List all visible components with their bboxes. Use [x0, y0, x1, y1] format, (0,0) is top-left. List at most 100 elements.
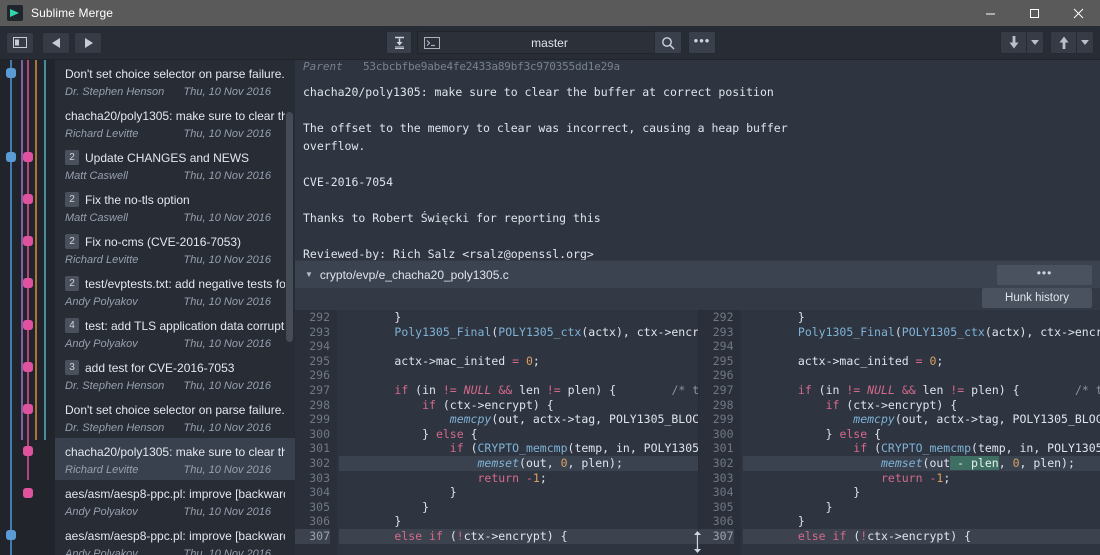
forward-button[interactable] [74, 32, 102, 54]
code-line[interactable]: return -1; [339, 471, 698, 486]
file-header[interactable]: ▼ crypto/evp/e_chacha20_poly1305.c ••• [295, 260, 1100, 288]
code-token: = [916, 354, 923, 368]
close-button[interactable] [1056, 0, 1100, 26]
search-button[interactable] [654, 31, 682, 54]
code-line[interactable]: if (ctx->encrypt) { [339, 398, 698, 413]
code-line[interactable]: Poly1305_Final(POLY1305_ctx(actx), ctx->… [743, 325, 1100, 340]
code-token: if [450, 441, 464, 455]
commit-date: Thu, 10 Nov 2016 [184, 380, 285, 392]
commit-list-item[interactable]: Don't set choice selector on parse failu… [55, 60, 295, 102]
code-token [339, 412, 450, 426]
code-line[interactable]: } else { [743, 427, 1100, 442]
line-number: 293 [699, 325, 734, 340]
code-token: if [394, 383, 408, 397]
commit-list-item[interactable]: aes/asm/aesp8-ppc.pl: improve [backward]… [55, 522, 295, 555]
code-line[interactable]: actx->mac_inited = 0; [339, 354, 698, 369]
code-line[interactable]: actx->mac_inited = 0; [743, 354, 1100, 369]
line-number: 292 [699, 310, 734, 325]
commit-message-blank-line [303, 191, 1100, 209]
code-line[interactable]: } [339, 514, 698, 529]
code-line[interactable]: memset(out - plen, 0, plen); [743, 456, 1100, 471]
commit-list-item[interactable]: aes/asm/aesp8-ppc.pl: improve [backward]… [55, 480, 295, 522]
code-token: } [339, 514, 401, 528]
diff-pane-new[interactable]: 2922932942952962972982993003013023033043… [698, 310, 1100, 555]
sidebar-toggle-button[interactable] [6, 32, 34, 54]
code-token [743, 456, 881, 470]
code-line[interactable]: else if (!ctx->encrypt) { [339, 529, 698, 544]
commit-meta-row: Andy PolyakovThu, 10 Nov 2016 [65, 335, 285, 352]
code-line[interactable]: if (ctx->encrypt) { [743, 398, 1100, 413]
maximize-button[interactable] [1012, 0, 1056, 26]
code-token: actx->mac_inited [339, 354, 512, 368]
push-button[interactable] [1050, 31, 1076, 54]
code-line[interactable] [743, 368, 1100, 383]
code-line[interactable]: } [743, 500, 1100, 515]
hunk-history-button[interactable]: Hunk history [982, 288, 1092, 308]
commit-meta-row: Matt CaswellThu, 10 Nov 2016 [65, 209, 285, 226]
commit-list[interactable]: Don't set choice selector on parse failu… [55, 60, 295, 555]
code-line[interactable] [743, 339, 1100, 354]
pull-menu-button[interactable] [1026, 31, 1044, 54]
commit-list-item[interactable]: 4test: add TLS application data corrupti… [55, 312, 295, 354]
code-token [422, 529, 429, 543]
code-line[interactable]: if (in != NULL && len != plen) { /* tls [743, 383, 1100, 398]
terminal-button[interactable] [417, 31, 445, 54]
commit-list-item[interactable]: 2Fix no-cms (CVE-2016-7053)Richard Levit… [55, 228, 295, 270]
code-line[interactable]: if (in != NULL && len != plen) { /* tls [339, 383, 698, 398]
branch-input[interactable]: master [445, 31, 654, 54]
disclosure-triangle-icon[interactable]: ▼ [305, 270, 313, 279]
diff-pane-old[interactable]: 2922932942952962972982993003013023033043… [295, 310, 698, 555]
code-line[interactable]: memcpy(out, actx->tag, POLY1305_BLOCK_S [743, 412, 1100, 427]
code-line[interactable]: } [339, 310, 698, 325]
code-line[interactable] [339, 368, 698, 383]
down-arrow-icon [1009, 36, 1019, 49]
code-line[interactable]: return -1; [743, 471, 1100, 486]
toolbar-more-button[interactable]: ••• [688, 31, 716, 54]
code-line[interactable]: } else { [339, 427, 698, 442]
code-token: - [519, 471, 533, 485]
code-line[interactable] [339, 339, 698, 354]
line-number: 306 [699, 514, 734, 529]
commit-author: Matt Caswell [65, 212, 128, 224]
commit-subject: Update CHANGES and NEWS [85, 151, 249, 165]
commit-list-item[interactable]: chacha20/poly1305: make sure to clear th… [55, 102, 295, 144]
code-line[interactable]: } [743, 310, 1100, 325]
commit-list-item[interactable]: 3add test for CVE-2016-7053Dr. Stephen H… [55, 354, 295, 396]
commit-subject-row: aes/asm/aesp8-ppc.pl: improve [backward] [65, 484, 285, 503]
code-line[interactable]: if (CRYPTO_memcmp(temp, in, POLY1305_BL [743, 441, 1100, 456]
parent-hash[interactable]: 53cbcbfbe9abe4fe2433a89bf3c970355dd1e29a [363, 60, 620, 73]
commit-list-item[interactable]: 2Update CHANGES and NEWSMatt CaswellThu,… [55, 144, 295, 186]
push-menu-button[interactable] [1076, 31, 1094, 54]
code-token: , [999, 456, 1013, 470]
code-line[interactable]: } [339, 500, 698, 515]
code-token: } [743, 500, 833, 514]
commit-subject-row: Don't set choice selector on parse failu… [65, 400, 285, 419]
code-token: - [923, 471, 937, 485]
code-token: != [950, 383, 964, 397]
code-token: (out, [519, 456, 561, 470]
commit-author: Andy Polyakov [65, 548, 138, 555]
code-line[interactable]: else if (!ctx->encrypt) { [743, 529, 1100, 544]
code-line[interactable]: Poly1305_Final(POLY1305_ctx(actx), ctx->… [339, 325, 698, 340]
vertical-resize-handle[interactable] [691, 529, 705, 555]
sidebar-scrollbar[interactable] [286, 112, 293, 342]
code-line[interactable]: if (CRYPTO_memcmp(temp, in, POLY1305_BL [339, 441, 698, 456]
commit-list-item[interactable]: Don't set choice selector on parse failu… [55, 396, 295, 438]
toolbar: master ••• [0, 26, 1100, 60]
code-line[interactable]: memset(out, 0, plen); [339, 456, 698, 471]
code-line[interactable]: } [743, 514, 1100, 529]
minimize-button[interactable] [968, 0, 1012, 26]
code-line[interactable]: memcpy(out, actx->tag, POLY1305_BLOCK_S [339, 412, 698, 427]
file-more-button[interactable]: ••• [997, 265, 1092, 285]
commit-list-item[interactable]: 2Fix the no-tls optionMatt CaswellThu, 1… [55, 186, 295, 228]
code-line[interactable]: } [743, 485, 1100, 500]
back-button[interactable] [42, 32, 70, 54]
commit-list-item[interactable]: 2test/evptests.txt: add negative tests f… [55, 270, 295, 312]
line-number: 294 [295, 339, 330, 354]
sync-button[interactable] [386, 31, 412, 54]
code-token: ; [936, 354, 943, 368]
pull-button[interactable] [1000, 31, 1026, 54]
commit-list-item[interactable]: chacha20/poly1305: make sure to clear th… [55, 438, 295, 480]
code-line[interactable]: } [339, 485, 698, 500]
code-token [895, 383, 902, 397]
